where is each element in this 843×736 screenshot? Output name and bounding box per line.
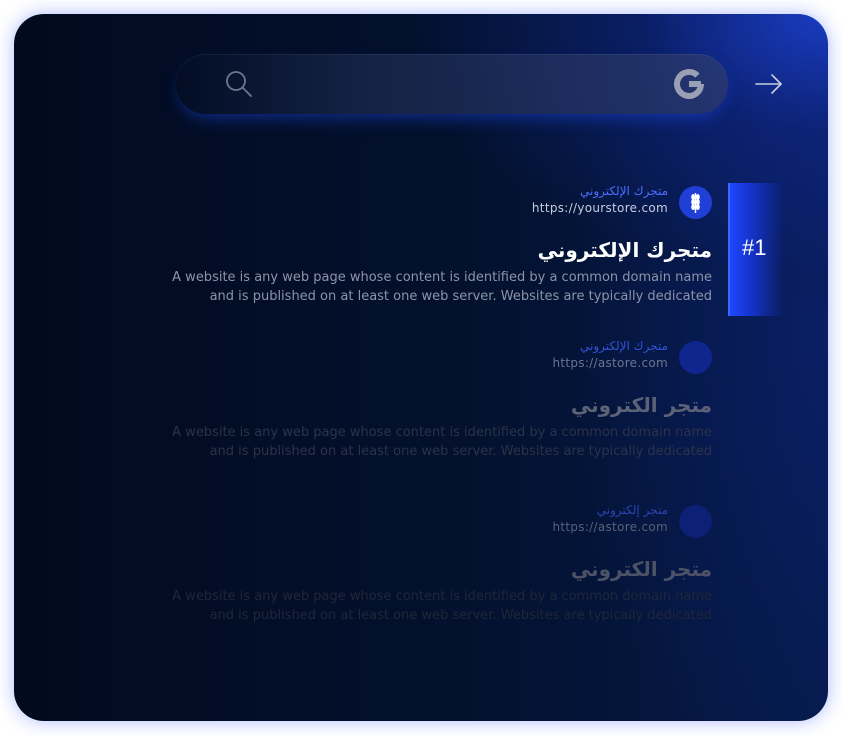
result-description: A website is any web page whose content …	[172, 589, 712, 623]
search-result[interactable]: متجرك الإلكتروني https://astore.com متجر…	[152, 338, 712, 461]
result-description: A website is any web page whose content …	[172, 270, 712, 304]
result-site-row: متجر إلكتروني https://astore.com	[152, 502, 712, 540]
result-site-name: متجرك الإلكتروني	[580, 339, 668, 353]
result-favicon	[679, 341, 712, 374]
result-title[interactable]: متجرك الإلكتروني	[152, 235, 712, 265]
result-title[interactable]: متجر الكتروني	[152, 554, 712, 584]
result-favicon	[679, 505, 712, 538]
result-url[interactable]: https://astore.com	[552, 519, 668, 536]
rank-label: #1	[742, 235, 767, 260]
result-favicon	[679, 186, 712, 219]
result-url[interactable]: https://astore.com	[552, 355, 668, 372]
search-input[interactable]	[266, 68, 650, 102]
google-g-icon	[674, 69, 704, 99]
search-result[interactable]: متجر إلكتروني https://astore.com متجر ال…	[152, 502, 712, 625]
result-description: A website is any web page whose content …	[172, 425, 712, 459]
result-title[interactable]: متجر الكتروني	[152, 390, 712, 420]
wheat-icon	[691, 193, 700, 213]
arrow-right-icon[interactable]	[754, 72, 784, 96]
search-result[interactable]: متجرك الإلكتروني https://yourstore.com م…	[152, 183, 712, 306]
search-icon[interactable]	[224, 69, 254, 99]
rank-badge: #1	[728, 183, 784, 316]
result-site-row: متجرك الإلكتروني https://yourstore.com	[152, 183, 712, 221]
search-bar[interactable]	[176, 54, 728, 114]
result-site-name: متجر إلكتروني	[596, 503, 668, 517]
result-url[interactable]: https://yourstore.com	[532, 200, 668, 217]
result-site-row: متجرك الإلكتروني https://astore.com	[152, 338, 712, 376]
search-results-card: متجرك الإلكتروني https://yourstore.com م…	[14, 14, 828, 721]
result-site-name: متجرك الإلكتروني	[580, 184, 668, 198]
